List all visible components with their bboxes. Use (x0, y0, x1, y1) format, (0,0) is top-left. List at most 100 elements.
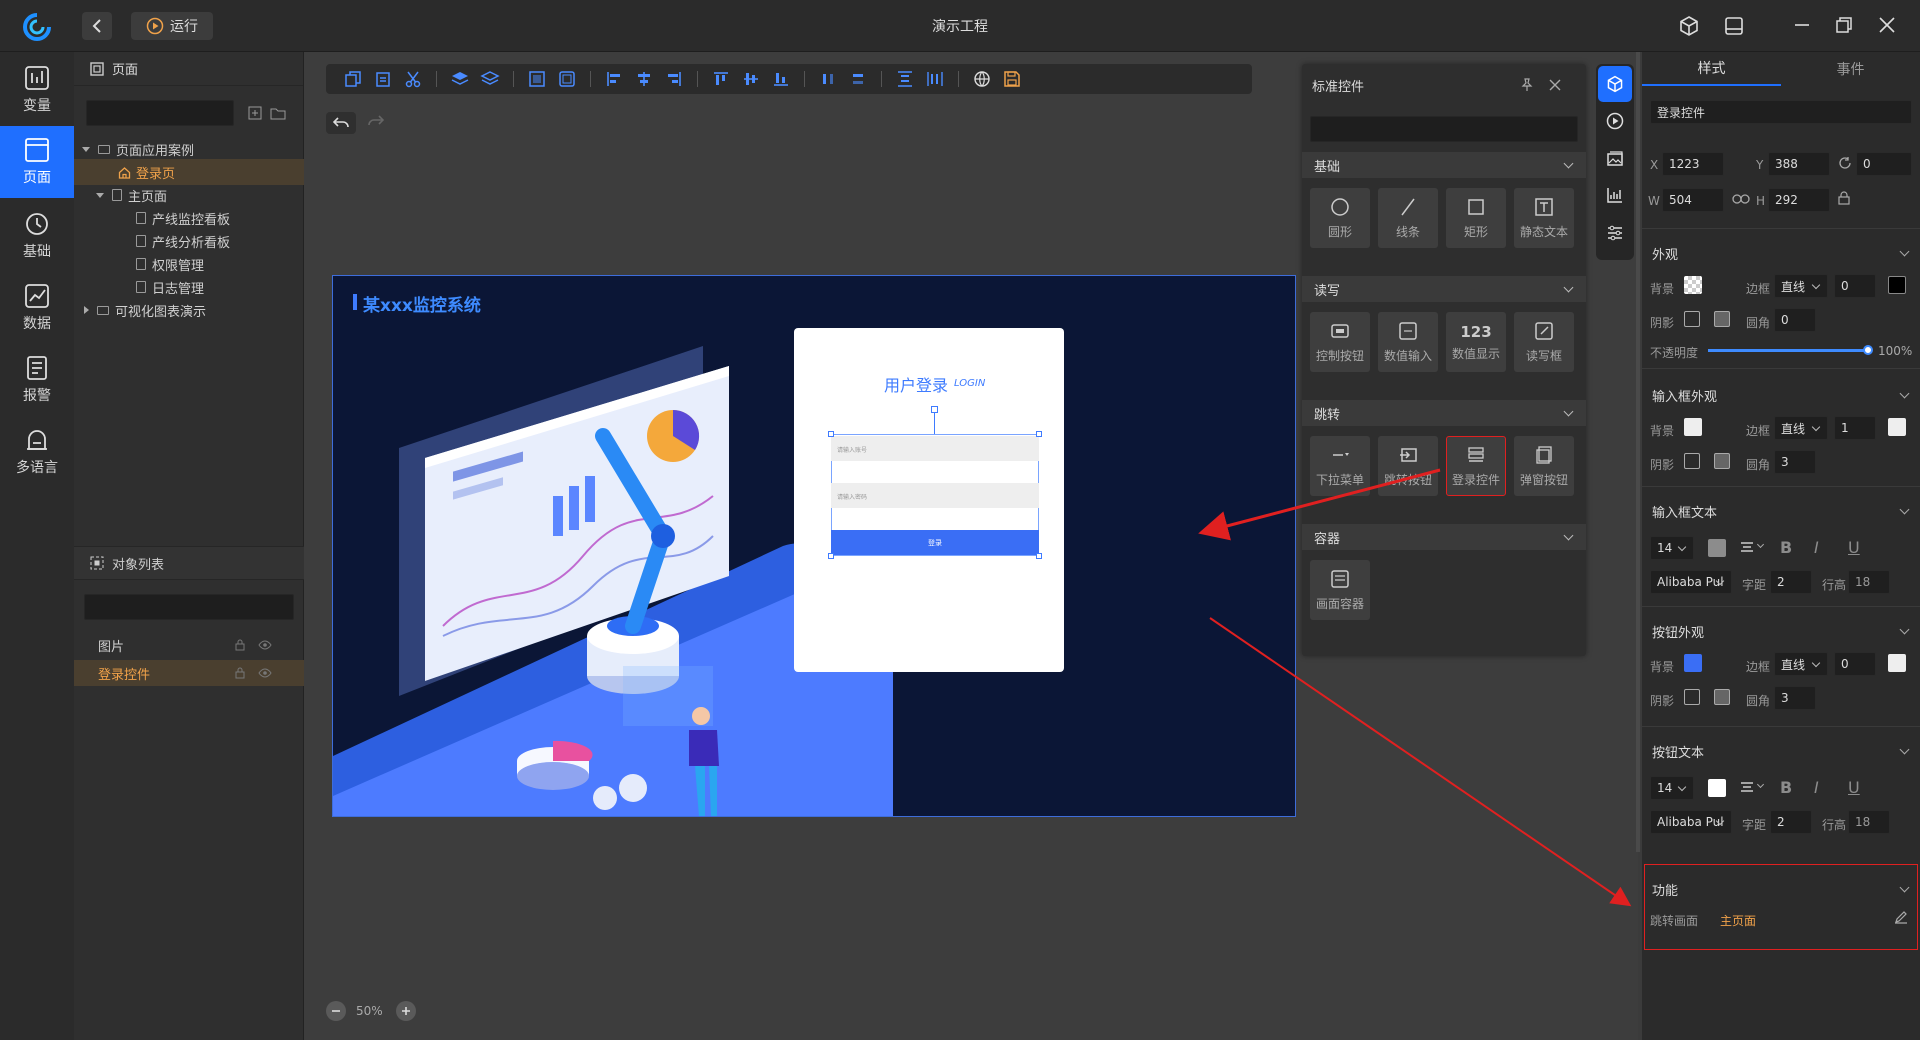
link-icon[interactable] (1732, 194, 1750, 204)
edit-icon[interactable] (1894, 910, 1908, 924)
redo-button[interactable] (368, 115, 385, 131)
eye-icon[interactable] (258, 667, 272, 679)
italic-button[interactable]: I (1814, 778, 1819, 797)
underline-button[interactable]: U (1848, 778, 1860, 797)
lock-icon[interactable] (234, 667, 246, 679)
eye-icon[interactable] (258, 639, 272, 651)
chevron-down-icon[interactable] (1899, 504, 1910, 515)
close-icon[interactable] (1548, 78, 1562, 92)
button-border-style-select[interactable]: 直线 (1774, 652, 1828, 676)
jump-page-value[interactable]: 主页面 (1720, 912, 1756, 929)
button-line-height-input[interactable]: 18 (1848, 810, 1890, 834)
bold-button[interactable]: B (1780, 538, 1792, 557)
resize-handle[interactable] (828, 553, 834, 559)
control-rect[interactable]: 矩形 (1446, 188, 1506, 248)
button-letter-spacing-input[interactable]: 2 (1770, 810, 1812, 834)
chevron-down-icon[interactable] (1899, 388, 1910, 399)
distribute-v-button[interactable] (843, 64, 873, 94)
chart-icon[interactable] (1606, 186, 1624, 204)
button-font-family-select[interactable]: Alibaba Pul (1650, 810, 1732, 834)
input-bg-swatch[interactable] (1684, 418, 1702, 436)
chevron-down-icon[interactable] (1756, 540, 1765, 549)
text-align-icon[interactable] (1740, 780, 1754, 794)
resize-handle[interactable] (1036, 431, 1042, 437)
button-text-color-swatch[interactable] (1708, 779, 1726, 797)
page-search-input[interactable] (86, 100, 234, 126)
h-input[interactable]: 292 (1768, 188, 1830, 212)
lock-icon[interactable] (234, 639, 246, 651)
zoom-out-button[interactable] (326, 1001, 346, 1021)
rotation-input[interactable]: 0 (1856, 152, 1912, 176)
input-letter-spacing-input[interactable]: 2 (1770, 570, 1812, 594)
chevron-down-icon[interactable] (1756, 780, 1765, 789)
opacity-slider-thumb[interactable] (1863, 345, 1873, 355)
align-bottom-button[interactable] (766, 64, 796, 94)
button-font-size-select[interactable]: 14 (1650, 776, 1694, 800)
bring-forward-button[interactable] (445, 64, 475, 94)
layout-icon[interactable] (1723, 15, 1745, 37)
resize-handle[interactable] (1036, 553, 1042, 559)
align-top-button[interactable] (706, 64, 736, 94)
input-shadow-color-swatch[interactable] (1714, 453, 1730, 469)
input-text-color-swatch[interactable] (1708, 539, 1726, 557)
pin-icon[interactable] (1520, 78, 1534, 92)
run-button[interactable]: 运行 (131, 12, 213, 40)
login-button[interactable]: 登录 (831, 530, 1039, 555)
control-numeric-display[interactable]: 123 数值显示 (1446, 312, 1506, 372)
nav-item-variable[interactable]: 变量 (0, 54, 74, 126)
object-search-input[interactable] (84, 594, 294, 620)
preview-web-button[interactable] (967, 64, 997, 94)
control-numeric-input[interactable]: 数值输入 (1378, 312, 1438, 372)
control-readwrite-box[interactable]: 读写框 (1514, 312, 1574, 372)
align-right-button[interactable] (659, 64, 689, 94)
paste-button[interactable] (368, 64, 398, 94)
input-border-width-input[interactable]: 1 (1834, 416, 1876, 440)
bold-button[interactable]: B (1780, 778, 1792, 797)
component-name-input[interactable]: 登录控件 (1650, 100, 1912, 124)
undo-button[interactable] (326, 112, 356, 134)
input-font-size-select[interactable]: 14 (1650, 536, 1694, 560)
copy-button[interactable] (338, 64, 368, 94)
add-page-icon[interactable] (248, 106, 262, 120)
distribute-h-button[interactable] (813, 64, 843, 94)
control-login[interactable]: 登录控件 (1446, 436, 1506, 496)
object-item-image[interactable]: 图片 (74, 632, 304, 658)
control-popup-button[interactable]: 弹窗按钮 (1514, 436, 1574, 496)
button-border-color-swatch[interactable] (1888, 654, 1906, 672)
control-search-input[interactable] (1310, 116, 1578, 142)
send-backward-button[interactable] (475, 64, 505, 94)
chevron-down-icon[interactable] (1899, 246, 1910, 257)
tab-style[interactable]: 样式 (1642, 52, 1781, 86)
same-width-button[interactable] (920, 64, 950, 94)
section-basic[interactable]: 基础 (1302, 152, 1586, 178)
input-font-family-select[interactable]: Alibaba Pul (1650, 570, 1732, 594)
button-shadow-checkbox[interactable] (1684, 689, 1700, 705)
w-input[interactable]: 504 (1662, 188, 1724, 212)
input-border-color-swatch[interactable] (1888, 418, 1906, 436)
nav-item-page[interactable]: 页面 (0, 126, 74, 198)
text-align-icon[interactable] (1740, 540, 1754, 554)
input-border-style-select[interactable]: 直线 (1774, 416, 1828, 440)
button-radius-input[interactable]: 3 (1774, 686, 1816, 710)
account-input[interactable]: 请输入账号 (831, 436, 1039, 461)
object-item-login-control[interactable]: 登录控件 (74, 660, 304, 686)
nav-item-data[interactable]: 数据 (0, 272, 74, 344)
resize-handle[interactable] (828, 431, 834, 437)
section-container[interactable]: 容器 (1302, 524, 1586, 550)
chevron-down-icon[interactable] (1899, 744, 1910, 755)
x-input[interactable]: 1223 (1662, 152, 1724, 176)
nav-item-basic[interactable]: 基础 (0, 200, 74, 272)
button-shadow-color-swatch[interactable] (1714, 689, 1730, 705)
std-controls-tab[interactable] (1598, 66, 1632, 102)
bg-color-swatch[interactable] (1684, 276, 1702, 294)
cut-button[interactable] (398, 64, 428, 94)
design-canvas[interactable]: 某xxx监控系统 用户登录 LOGIN 请输入账号 请输入密码 登录 (332, 275, 1296, 817)
image-gallery-icon[interactable] (1606, 150, 1624, 168)
underline-button[interactable]: U (1848, 538, 1860, 557)
control-control-button[interactable]: 控制按钮 (1310, 312, 1370, 372)
control-static-text[interactable]: 静态文本 (1514, 188, 1574, 248)
opacity-slider-track[interactable] (1708, 349, 1868, 352)
y-input[interactable]: 388 (1768, 152, 1830, 176)
nav-item-alarm[interactable]: 报警 (0, 344, 74, 416)
control-line[interactable]: 线条 (1378, 188, 1438, 248)
